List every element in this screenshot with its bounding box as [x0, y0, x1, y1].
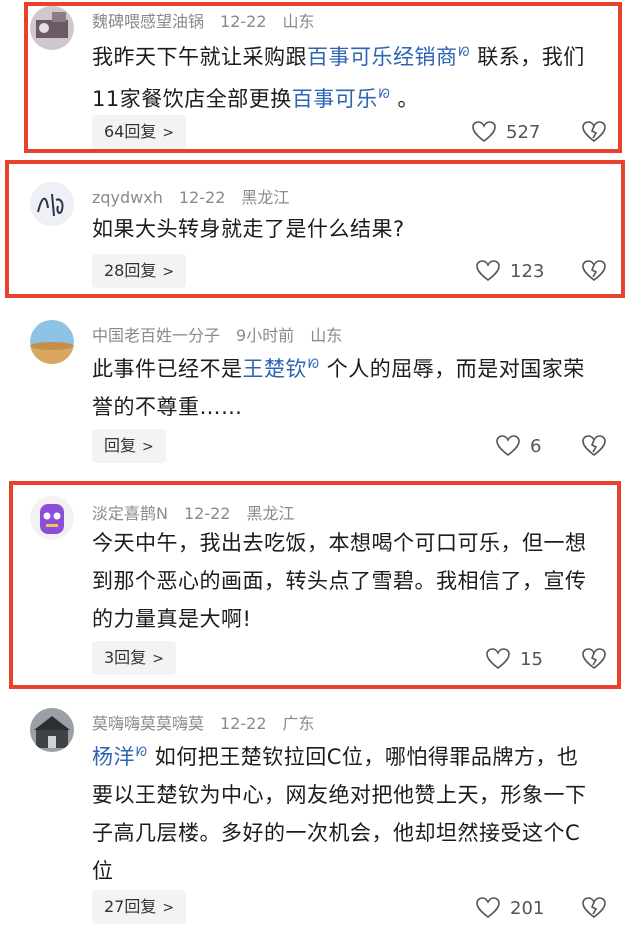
broken-heart-icon[interactable]: [582, 647, 606, 671]
like-count: 6: [530, 435, 542, 457]
chevron-right-icon: >: [162, 125, 175, 141]
like-button[interactable]: 201: [476, 893, 544, 923]
comment-item: 莫嗨嗨莫莫嗨莫 12-22 广东 杨洋ᘗ 如何把王楚钦拉回C位，哪怕得罪品牌方，也要…: [0, 690, 636, 924]
comment-date: 9小时前: [236, 326, 295, 345]
like-button[interactable]: 15: [486, 644, 543, 674]
heart-icon: [476, 260, 500, 282]
like-count: 15: [520, 648, 543, 670]
comment-text: 今天中午，我出去吃饭，本想喝个可口可乐，但一想到那个恶心的画面，转头点了雪碧。我…: [92, 531, 587, 631]
avatar[interactable]: [30, 496, 74, 540]
search-icon: ᘗ: [458, 45, 471, 60]
comment-item: 淡定喜鹊N 12-22 黑龙江 今天中午，我出去吃饭，本想喝个可口可乐，但一想到那个…: [0, 480, 636, 690]
username[interactable]: 莫嗨嗨莫莫嗨莫: [92, 714, 204, 733]
comment-item: 魏碑喂感望油锅 12-22 山东 我昨天下午就让采购跟百事可乐经销商ᘗ 联系，我们1…: [0, 0, 636, 160]
chevron-right-icon: >: [152, 651, 164, 667]
comment-date: 12-22: [220, 714, 267, 733]
avatar[interactable]: [30, 708, 74, 752]
avatar[interactable]: [30, 182, 74, 226]
comment-meta: zqydwxh 12-22 黑龙江: [92, 184, 305, 208]
search-link[interactable]: 王楚钦ᘗ: [243, 357, 320, 381]
like-button[interactable]: 527: [472, 117, 540, 147]
search-link[interactable]: 百事可乐经销商ᘗ: [307, 45, 470, 69]
comment-item: zqydwxh 12-22 黑龙江 如果大头转身就走了是什么结果? 28回复 > 12…: [0, 160, 636, 300]
comment-location: 黑龙江: [246, 504, 295, 523]
reply-button[interactable]: 回复 >: [92, 429, 166, 463]
comment-meta: 中国老百姓一分子 9小时前 山东: [92, 322, 358, 346]
reply-button[interactable]: 3回复 >: [92, 641, 176, 675]
comment-meta: 莫嗨嗨莫莫嗨莫 12-22 广东: [92, 710, 331, 734]
avatar[interactable]: [30, 6, 74, 50]
heart-icon: [486, 648, 510, 670]
comment-location: 山东: [282, 12, 315, 31]
comment-meta: 淡定喜鹊N 12-22 黑龙江: [92, 500, 311, 524]
like-button[interactable]: 123: [476, 256, 544, 286]
broken-heart-icon[interactable]: [582, 434, 606, 458]
search-link[interactable]: 百事可乐ᘗ: [292, 87, 391, 111]
comment-location: 山东: [310, 326, 343, 345]
comment-date: 12-22: [183, 504, 231, 523]
reply-button[interactable]: 64回复 >: [92, 115, 187, 149]
comment-date: 12-22: [178, 188, 226, 207]
comment-text: 我昨天下午就让采购跟百事可乐经销商ᘗ 联系，我们11家餐饮店全部更换百事可乐ᘗ …: [92, 45, 585, 111]
search-link[interactable]: 杨洋ᘗ: [92, 745, 148, 769]
like-count: 123: [510, 260, 545, 282]
search-icon: ᘗ: [378, 87, 391, 102]
comment-item: 中国老百姓一分子 9小时前 山东 此事件已经不是王楚钦ᘗ 个人的屈辱，而是对国家荣誉…: [0, 300, 636, 480]
chevron-right-icon: >: [162, 900, 175, 916]
like-count: 201: [510, 897, 545, 919]
heart-icon: [476, 897, 500, 919]
like-count: 527: [506, 121, 541, 143]
comment-meta: 魏碑喂感望油锅 12-22 山东: [92, 8, 331, 32]
comment-date: 12-22: [220, 12, 267, 31]
comment-text: 如果大头转身就走了是什么结果?: [92, 217, 405, 241]
comment-text: 杨洋ᘗ 如何把王楚钦拉回C位，哪怕得罪品牌方，也要以王楚钦为中心，网友绝对把他赞…: [92, 745, 587, 883]
broken-heart-icon[interactable]: [582, 896, 606, 920]
broken-heart-icon[interactable]: [582, 259, 606, 283]
username[interactable]: 魏碑喂感望油锅: [92, 12, 204, 31]
broken-heart-icon[interactable]: [582, 120, 606, 144]
heart-icon: [472, 121, 496, 143]
comment-location: 黑龙江: [241, 188, 290, 207]
avatar[interactable]: [30, 320, 74, 364]
chevron-right-icon: >: [162, 264, 175, 280]
comment-text: 此事件已经不是王楚钦ᘗ 个人的屈辱，而是对国家荣誉的不尊重……: [92, 357, 585, 419]
heart-icon: [496, 435, 520, 457]
like-button[interactable]: 6: [496, 431, 541, 461]
reply-button[interactable]: 28回复 >: [92, 254, 187, 288]
username[interactable]: 淡定喜鹊N: [92, 504, 168, 523]
comment-location: 广东: [282, 714, 315, 733]
search-icon: ᘗ: [308, 357, 320, 372]
reply-button[interactable]: 27回复 >: [92, 890, 187, 924]
search-icon: ᘗ: [136, 745, 148, 760]
chevron-right-icon: >: [142, 439, 154, 455]
username[interactable]: 中国老百姓一分子: [92, 326, 220, 345]
username[interactable]: zqydwxh: [92, 188, 163, 207]
